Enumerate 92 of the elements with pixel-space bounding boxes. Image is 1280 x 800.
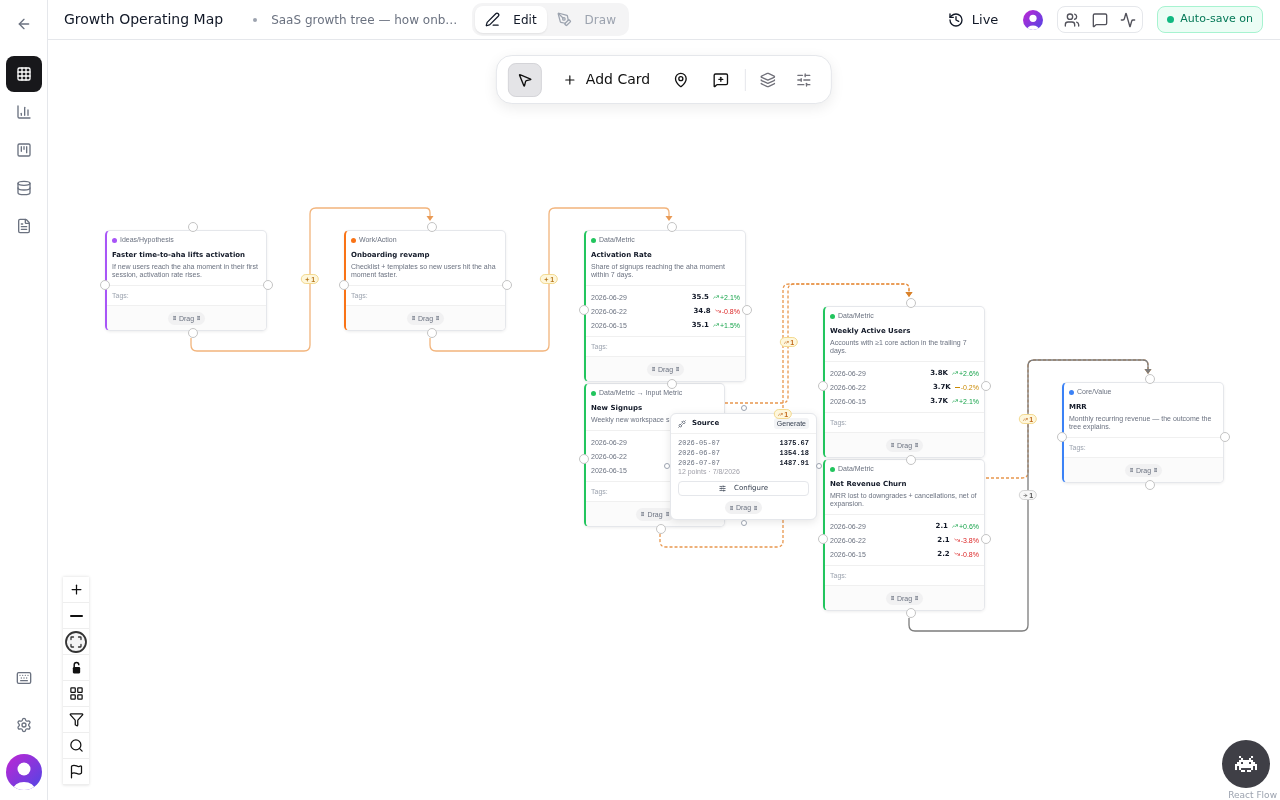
grid-icon — [68, 686, 84, 701]
grid-icon — [15, 66, 32, 82]
connection-handle[interactable] — [1220, 431, 1230, 442]
grip-icon — [1153, 467, 1159, 473]
mode-tab[interactable]: Edit — [475, 6, 547, 33]
connection-handle[interactable] — [1057, 431, 1067, 442]
grip-icon — [889, 595, 895, 601]
connection-handle[interactable] — [818, 534, 828, 544]
trend-up-icon — [1022, 416, 1028, 422]
live-button[interactable]: Live — [947, 9, 999, 30]
grip-icon — [728, 504, 734, 511]
connection-handle[interactable] — [906, 608, 916, 618]
comment-plus-icon — [713, 71, 730, 88]
grip-icon — [675, 366, 681, 372]
kanban-icon — [15, 142, 32, 158]
user-avatar[interactable] — [5, 754, 42, 790]
map-title: Growth Operating Map — [64, 10, 224, 29]
assistant-button[interactable] — [1222, 740, 1270, 788]
connection-handle[interactable] — [1145, 374, 1155, 384]
select-tool-button[interactable] — [507, 62, 542, 97]
grip-icon — [914, 442, 920, 448]
arrow-right-icon — [1022, 492, 1028, 498]
grip-icon — [914, 595, 920, 601]
comment-icon — [1092, 11, 1109, 28]
connection-handle[interactable] — [188, 222, 198, 232]
grip-icon — [410, 315, 416, 321]
connection-handle[interactable] — [906, 455, 916, 465]
connection-handle[interactable] — [339, 279, 349, 290]
connection-handle[interactable] — [427, 328, 437, 338]
plus-icon — [68, 582, 84, 597]
connection-handle[interactable] — [664, 462, 670, 469]
connection-handle[interactable] — [188, 328, 198, 338]
sidebar-nav-button[interactable] — [5, 56, 42, 92]
grip-icon — [435, 315, 441, 321]
connection-handle[interactable] — [667, 222, 677, 232]
layers-icon — [760, 71, 777, 88]
unlocked-padlock-icon — [70, 661, 82, 674]
grip-icon — [640, 511, 646, 517]
connection-handle[interactable] — [818, 381, 828, 391]
connection-handle[interactable] — [263, 279, 273, 290]
bar-chart-icon — [15, 104, 32, 120]
connection-handle[interactable] — [741, 520, 747, 526]
pen-nib-icon — [556, 12, 572, 27]
trend-up-icon — [783, 339, 789, 345]
search-icon — [68, 738, 84, 753]
pixel-invader-icon — [1235, 756, 1257, 772]
connection-handle[interactable] — [502, 279, 512, 290]
connection-handle[interactable] — [656, 524, 666, 534]
grip-icon — [1128, 467, 1134, 473]
fit-view-button[interactable] — [63, 629, 89, 655]
database-icon — [15, 180, 32, 196]
document-icon — [15, 218, 32, 234]
grip-icon — [650, 366, 656, 372]
grip-icon — [171, 315, 177, 321]
cursor-icon — [516, 71, 533, 88]
trend-up-icon — [777, 411, 783, 417]
sparkle-icon — [304, 276, 310, 282]
history-icon — [947, 11, 964, 28]
grip-icon — [664, 511, 670, 517]
map-pin-icon — [673, 71, 690, 88]
sparkle-icon — [543, 276, 549, 282]
user-avatar[interactable] — [1023, 9, 1044, 30]
map-subtitle: SaaS growth tree — how onb… — [271, 11, 458, 29]
connection-handle[interactable] — [906, 298, 916, 308]
filter-icon — [68, 712, 84, 727]
plug-icon — [678, 419, 686, 428]
connection-handle[interactable] — [981, 381, 991, 391]
settings-icon — [15, 717, 32, 733]
connection-handle[interactable] — [816, 462, 822, 469]
connection-handle[interactable] — [579, 454, 589, 464]
sliders-icon — [796, 71, 813, 88]
grip-icon — [196, 315, 202, 321]
plus-icon — [562, 72, 577, 87]
connection-handle[interactable] — [742, 305, 752, 315]
connection-handle[interactable] — [579, 305, 589, 315]
keyboard-icon — [15, 670, 32, 686]
connection-handle[interactable] — [427, 222, 437, 232]
activity-icon — [1120, 11, 1137, 28]
autosave-label: Auto-save on — [1180, 11, 1253, 28]
connection-handle[interactable] — [741, 405, 747, 411]
pencil-icon — [485, 12, 501, 27]
users-icon — [1064, 11, 1081, 28]
grip-icon — [889, 442, 895, 448]
grip-icon — [753, 504, 759, 511]
connection-handle[interactable] — [981, 534, 991, 544]
flag-icon — [68, 764, 84, 779]
connection-handle[interactable] — [100, 279, 110, 290]
attribution-text: React Flow — [1228, 790, 1277, 800]
connection-handle[interactable] — [667, 379, 677, 389]
connection-handle[interactable] — [1145, 480, 1155, 490]
minus-icon — [69, 614, 83, 617]
sliders-icon — [719, 485, 727, 492]
